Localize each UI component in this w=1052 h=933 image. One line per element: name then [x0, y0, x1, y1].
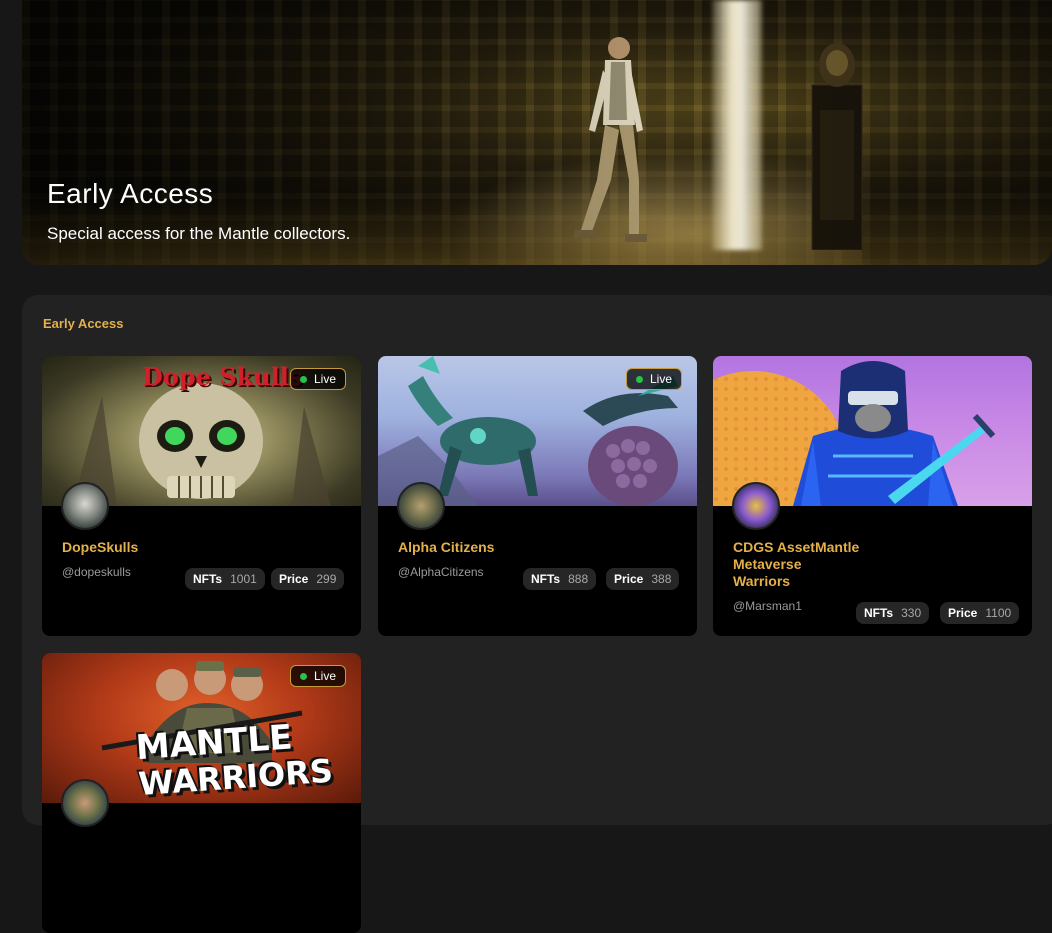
- collection-name[interactable]: Alpha Citizens: [398, 539, 548, 556]
- early-access-panel: Early Access Dope Skulls Live DopeSkulls: [22, 295, 1052, 933]
- live-status-badge: Live: [289, 665, 346, 687]
- collection-handle: @dopeskulls: [62, 565, 131, 579]
- price-badge: Price 299: [271, 568, 345, 590]
- section-title: Early Access: [43, 316, 124, 331]
- collection-name[interactable]: DopeSkulls: [62, 539, 212, 556]
- price-badge: Price 1100: [940, 602, 1020, 624]
- collection-card-mantle-warriors[interactable]: MANTLE WARRIORS Live: [42, 653, 361, 933]
- collection-card-alpha-citizens[interactable]: Live Alpha Citizens @AlphaCitizens NFTs …: [378, 356, 697, 636]
- dopeskulls-logo-text: Dope Skulls: [142, 362, 303, 391]
- avatar: [61, 779, 109, 827]
- mantle-warriors-logo-text: MANTLE WARRIORS: [134, 717, 334, 803]
- live-status-badge: Live: [289, 368, 346, 390]
- nfts-count-badge: NFTs 888: [523, 568, 597, 590]
- collection-handle: @AlphaCitizens: [398, 565, 484, 579]
- nfts-count-badge: NFTs 1001: [185, 568, 265, 590]
- live-status-badge: Live: [625, 368, 682, 390]
- collection-card-dopeskulls[interactable]: Dope Skulls Live DopeSkulls @dopeskulls …: [42, 356, 361, 636]
- collection-card-cdgs-warriors[interactable]: CDGS AssetMantle Metaverse Warriors @Mar…: [713, 356, 1032, 636]
- live-dot-icon: [299, 672, 307, 680]
- avatar: [732, 482, 780, 530]
- collection-handle: @Marsman1: [733, 599, 802, 613]
- collection-name[interactable]: CDGS AssetMantle Metaverse Warriors: [733, 539, 883, 590]
- live-dot-icon: [635, 375, 643, 383]
- hero-title: Early Access: [47, 178, 214, 209]
- live-dot-icon: [299, 375, 307, 383]
- avatar: [61, 482, 109, 530]
- avatar: [397, 482, 445, 530]
- hero-subtitle: Special access for the Mantle collectors…: [47, 224, 351, 243]
- price-badge: Price 388: [606, 568, 680, 590]
- nfts-count-badge: NFTs 330: [856, 602, 930, 624]
